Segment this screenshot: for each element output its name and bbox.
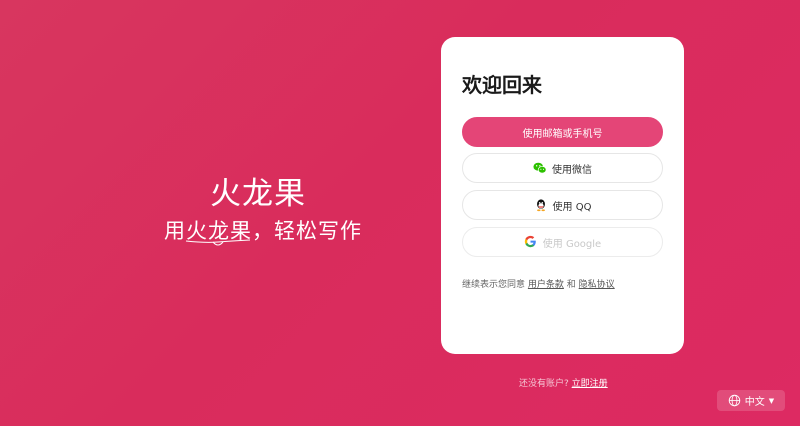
google-login-button[interactable]: 使用 Google xyxy=(462,227,663,257)
qq-login-button[interactable]: 使用 QQ xyxy=(462,190,663,220)
qq-icon xyxy=(534,198,548,212)
wechat-login-label: 使用微信 xyxy=(552,164,592,176)
google-icon xyxy=(524,235,538,249)
signup-link[interactable]: 立即注册 xyxy=(572,379,608,389)
login-card: 欢迎回来 使用邮箱或手机号 使用微信 使用 QQ 使用 Google 继续表示您… xyxy=(441,37,684,354)
globe-icon xyxy=(728,394,741,407)
google-login-label: 使用 Google xyxy=(542,238,602,250)
terms-and: 和 xyxy=(566,280,576,290)
language-selector[interactable]: 中文 ▼ xyxy=(717,390,785,411)
brand-title: 火龙果 xyxy=(210,176,306,212)
signup-prompt: 还没有账户? 立即注册 xyxy=(519,376,608,389)
email-phone-login-button[interactable]: 使用邮箱或手机号 xyxy=(462,117,663,147)
qq-login-label: 使用 QQ xyxy=(552,201,592,213)
terms-notice: 继续表示您同意 用户条款 和 隐私协议 xyxy=(462,277,615,290)
caret-down-icon: ▼ xyxy=(768,396,775,405)
slogan-underline-decoration xyxy=(185,239,251,246)
signup-prompt-text: 还没有账户? xyxy=(519,379,569,389)
user-terms-link[interactable]: 用户条款 xyxy=(528,280,564,290)
email-phone-login-label: 使用邮箱或手机号 xyxy=(522,128,603,140)
language-current: 中文 xyxy=(744,397,765,408)
terms-prefix: 继续表示您同意 xyxy=(462,280,526,290)
privacy-policy-link[interactable]: 隐私协议 xyxy=(579,280,615,290)
brand-panel: 火龙果 用火龙果，轻松写作 xyxy=(0,0,512,426)
login-title: 欢迎回来 xyxy=(462,73,542,97)
wechat-icon xyxy=(533,161,547,175)
wechat-login-button[interactable]: 使用微信 xyxy=(462,153,663,183)
